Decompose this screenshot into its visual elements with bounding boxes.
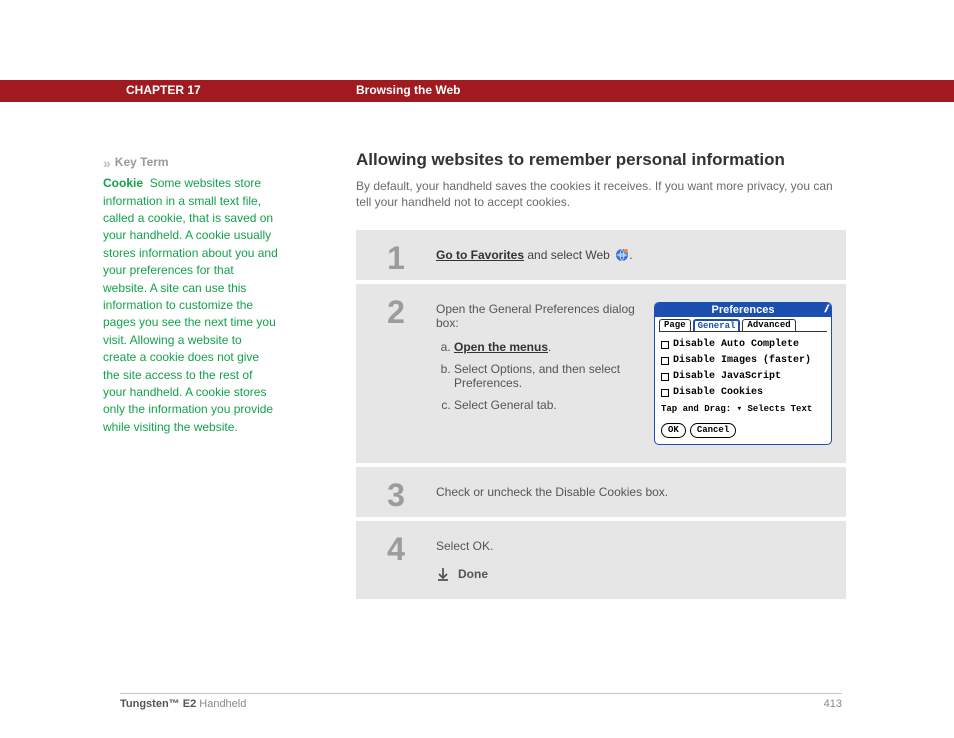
main-content: Allowing websites to remember personal i… — [356, 150, 846, 603]
checkbox-icon[interactable] — [661, 389, 669, 397]
keyterm-body: Cookie Some websites store information i… — [103, 175, 278, 436]
tab-page[interactable]: Page — [659, 319, 691, 331]
pref-row-autocomplete[interactable]: Disable Auto Complete — [661, 337, 825, 352]
step-4-text: Select OK. — [436, 539, 493, 553]
header-bar: CHAPTER 17 Browsing the Web — [0, 80, 954, 102]
info-icon[interactable]: 𝒊 — [824, 304, 827, 315]
product-name: Tungsten™ E2 Handheld — [120, 698, 246, 710]
step-number: 4 — [356, 533, 436, 565]
step-2: 2 Open the General Preferences dialog bo… — [356, 284, 846, 463]
done-arrow-icon — [436, 567, 450, 581]
checkbox-icon[interactable] — [661, 373, 669, 381]
step-1: 1 Go to Favorites and select Web . — [356, 230, 846, 280]
page-title: Allowing websites to remember personal i… — [356, 150, 846, 170]
web-icon — [615, 248, 629, 262]
tab-advanced[interactable]: Advanced — [742, 319, 795, 331]
preferences-titlebar: Preferences 𝒊 — [655, 303, 831, 317]
sidebar-keyterm: » Key Term Cookie Some websites store in… — [103, 153, 278, 436]
tap-drag-dropdown[interactable]: ▾ Selects Text — [737, 403, 813, 417]
keyterm-arrows-icon: » — [103, 153, 109, 173]
step-2c: Select General tab. — [454, 398, 636, 412]
open-menus-link[interactable]: Open the menus — [454, 340, 548, 354]
page-number: 413 — [824, 698, 842, 710]
checkbox-icon[interactable] — [661, 357, 669, 365]
preferences-title-text: Preferences — [712, 304, 775, 316]
pref-row-javascript[interactable]: Disable JavaScript — [661, 369, 825, 384]
footer-rule — [120, 693, 842, 694]
step-number: 2 — [356, 296, 436, 328]
step-4: 4 Select OK. Done — [356, 521, 846, 599]
step-2b: Select Options, and then select Preferen… — [454, 362, 636, 390]
intro-text: By default, your handheld saves the cook… — [356, 178, 846, 210]
step-1-text: and select Web — [524, 248, 613, 262]
step-2a: Open the menus. — [454, 340, 636, 354]
step-2-lead: Open the General Preferences dialog box: — [436, 302, 636, 330]
step-2-body: Open the General Preferences dialog box:… — [436, 284, 846, 463]
steps-list: 1 Go to Favorites and select Web . 2 Ope… — [356, 230, 846, 599]
step-1-period: . — [629, 248, 632, 262]
keyterm-text: Some websites store information in a sma… — [103, 176, 278, 433]
step-number: 1 — [356, 242, 436, 274]
ok-button[interactable]: OK — [661, 423, 686, 439]
preferences-dialog: Preferences 𝒊 Page General Advanced Disa… — [654, 302, 832, 445]
done-row: Done — [436, 567, 832, 581]
preferences-body: Disable Auto Complete Disable Images (fa… — [655, 332, 831, 444]
pref-row-images[interactable]: Disable Images (faster) — [661, 353, 825, 368]
tab-general[interactable]: General — [693, 319, 741, 331]
step-4-body: Select OK. Done — [436, 521, 846, 599]
page: CHAPTER 17 Browsing the Web » Key Term C… — [0, 0, 954, 738]
step-number: 3 — [356, 479, 436, 511]
keyterm-label: Key Term — [115, 154, 169, 171]
step-2-text: Open the General Preferences dialog box:… — [436, 302, 636, 445]
go-to-favorites-link[interactable]: Go to Favorites — [436, 248, 524, 262]
cancel-button[interactable]: Cancel — [690, 423, 736, 439]
chapter-label: CHAPTER 17 — [126, 83, 201, 97]
step-3-body: Check or uncheck the Disable Cookies box… — [436, 467, 846, 517]
keyterm-term: Cookie — [103, 176, 143, 190]
pref-row-cookies[interactable]: Disable Cookies — [661, 385, 825, 400]
section-title: Browsing the Web — [356, 83, 460, 97]
pref-tap-drag: Tap and Drag: ▾ Selects Text — [661, 403, 825, 417]
checkbox-icon[interactable] — [661, 341, 669, 349]
preferences-tabs: Page General Advanced — [655, 317, 831, 331]
done-label: Done — [458, 567, 488, 581]
footer: Tungsten™ E2 Handheld 413 — [120, 698, 842, 710]
step-3: 3 Check or uncheck the Disable Cookies b… — [356, 467, 846, 517]
step-1-body: Go to Favorites and select Web . — [436, 230, 846, 280]
